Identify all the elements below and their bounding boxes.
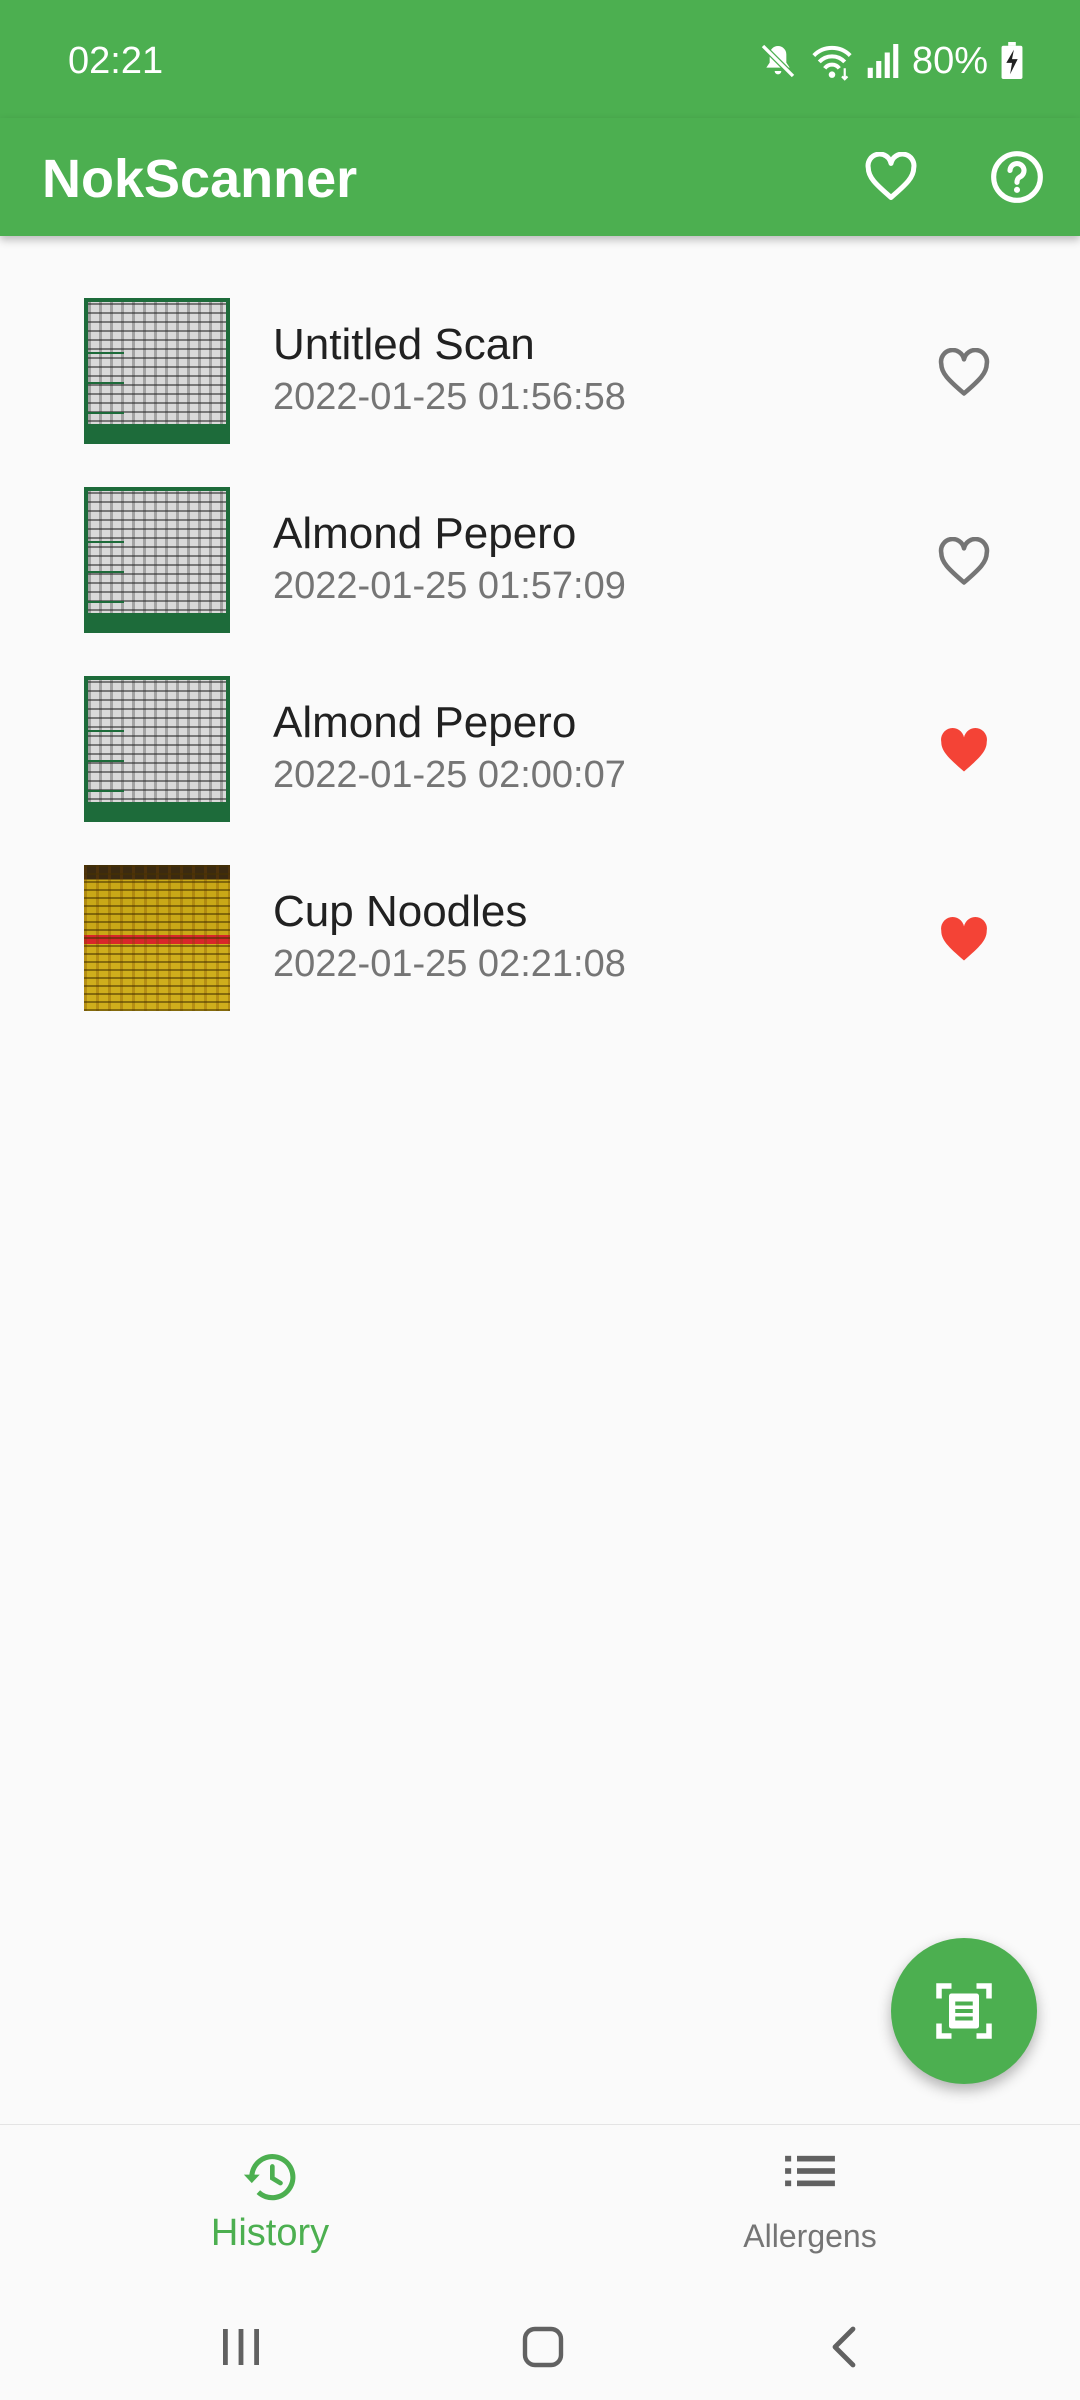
favorites-heart-icon <box>865 152 917 200</box>
list-item[interactable]: Untitled Scan 2022-01-25 01:56:58 <box>0 260 1080 449</box>
list-item[interactable]: Almond Pepero 2022-01-25 01:57:09 <box>0 449 1080 638</box>
scan-fab-button[interactable] <box>891 1938 1037 2084</box>
scan-date: 2022-01-25 01:57:09 <box>273 565 626 607</box>
scan-title: Almond Pepero <box>273 509 577 558</box>
favorite-toggle[interactable] <box>924 529 1004 595</box>
tab-history[interactable]: History <box>0 2125 540 2293</box>
back-icon <box>832 2326 856 2368</box>
help-icon <box>991 151 1043 203</box>
favorite-toggle[interactable] <box>924 907 1004 973</box>
scan-title: Cup Noodles <box>273 887 528 936</box>
tab-allergens-label: Allergens <box>743 2218 877 2254</box>
scan-history-list: Untitled Scan 2022-01-25 01:56:58 Almond… <box>0 260 1080 1016</box>
favorite-toggle[interactable] <box>924 718 1004 784</box>
document-scanner-icon <box>936 1983 992 2039</box>
scan-title: Almond Pepero <box>273 698 577 747</box>
scan-title: Untitled Scan <box>273 320 535 369</box>
app-title: NokScanner <box>42 149 358 209</box>
signal-icon <box>867 44 899 78</box>
heart-outline-icon <box>938 537 990 585</box>
bottom-navigation: History Allergens <box>0 2124 1080 2292</box>
home-icon <box>522 2326 564 2368</box>
home-button[interactable] <box>503 2312 583 2382</box>
scan-thumbnail <box>84 865 230 1011</box>
scan-thumbnail <box>84 676 230 822</box>
history-icon <box>243 2154 296 2201</box>
list-icon <box>785 2155 835 2187</box>
app-bar: NokScanner <box>0 118 1080 236</box>
favorites-button[interactable] <box>852 138 930 216</box>
system-navigation-bar <box>0 2292 1080 2400</box>
mute-icon <box>760 43 795 79</box>
scan-date: 2022-01-25 02:00:07 <box>273 754 626 796</box>
status-bar: 02:21 80% <box>0 0 1080 118</box>
list-item[interactable]: Almond Pepero 2022-01-25 02:00:07 <box>0 638 1080 827</box>
scan-thumbnail <box>84 487 230 633</box>
heart-filled-icon <box>941 728 987 772</box>
scan-date: 2022-01-25 01:56:58 <box>273 376 626 418</box>
status-icons: 80% <box>758 36 1024 86</box>
favorite-toggle[interactable] <box>924 340 1004 406</box>
wifi-icon <box>812 45 852 81</box>
tab-history-label: History <box>210 2212 330 2254</box>
battery-charging-icon <box>1001 42 1023 80</box>
help-button[interactable] <box>978 138 1056 216</box>
list-item[interactable]: Cup Noodles 2022-01-25 02:21:08 <box>0 827 1080 1016</box>
heart-outline-icon <box>938 348 990 396</box>
recents-icon <box>223 2329 259 2365</box>
back-button[interactable] <box>805 2312 885 2382</box>
battery-percentage: 80% <box>911 40 988 82</box>
heart-filled-icon <box>941 917 987 961</box>
tab-allergens[interactable]: Allergens <box>540 2125 1080 2293</box>
scan-thumbnail <box>84 298 230 444</box>
scan-date: 2022-01-25 02:21:08 <box>273 943 626 985</box>
status-time: 02:21 <box>68 40 164 82</box>
recents-button[interactable] <box>201 2312 281 2382</box>
